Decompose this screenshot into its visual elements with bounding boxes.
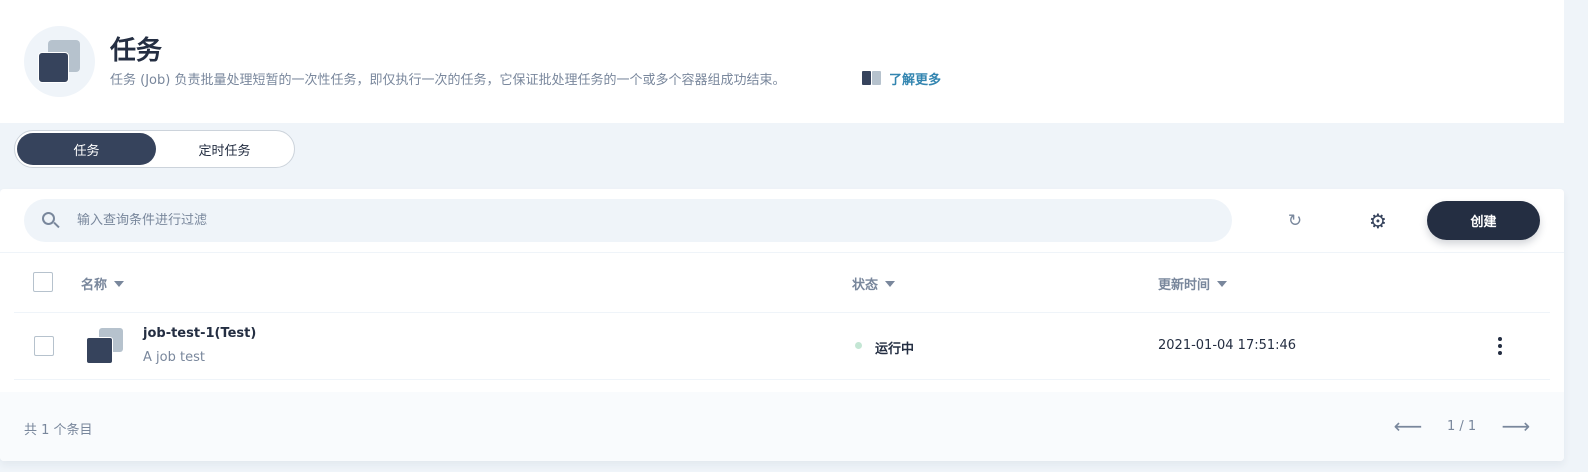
learn-more-label: 了解更多 [889, 72, 942, 88]
more-dots-icon [1498, 337, 1502, 341]
search-input[interactable] [77, 213, 1177, 228]
page-title: 任务 [110, 36, 163, 66]
search-icon [42, 211, 60, 230]
arrow-left-icon: ⟵ [1393, 414, 1423, 438]
pagination-footer: 共 1 个条目 ⟵ 1 / 1 ⟶ [0, 392, 1564, 461]
status-dot-icon [855, 342, 862, 349]
sort-caret-icon [1217, 280, 1228, 287]
page-indicator: 1 / 1 [1447, 419, 1477, 434]
job-name-link[interactable]: job-test-1(Test) [143, 326, 256, 341]
sort-caret-icon [885, 280, 896, 287]
column-header-label: 更新时间 [1158, 278, 1211, 293]
tab-cronjobs[interactable]: 定时任务 [156, 133, 293, 165]
page-header: 任务 任务 (Job) 负责批量处理短暂的一次性任务，即仅执行一次的任务，它保证… [0, 0, 1564, 123]
prev-page-button[interactable]: ⟵ [1393, 414, 1423, 438]
job-list-panel: ↻ ⚙ 创建 名称 状态 更新时间 job-test-1(Test) A job… [0, 189, 1564, 461]
job-icon [24, 26, 95, 97]
arrow-right-icon: ⟶ [1501, 414, 1531, 438]
status-text: 运行中 [875, 342, 915, 357]
column-header-name[interactable]: 名称 [81, 274, 125, 293]
gear-icon: ⚙ [1369, 209, 1387, 233]
settings-button[interactable]: ⚙ [1364, 207, 1392, 235]
more-actions-button[interactable] [1492, 334, 1508, 358]
tab-jobs[interactable]: 任务 [17, 133, 156, 165]
sort-caret-icon [114, 280, 125, 287]
refresh-icon: ↻ [1287, 211, 1303, 231]
row-checkbox[interactable] [34, 336, 54, 356]
job-description: A job test [143, 350, 205, 365]
toolbar: ↻ ⚙ 创建 [0, 189, 1564, 253]
select-all-checkbox[interactable] [33, 272, 53, 292]
search-bar[interactable] [24, 199, 1232, 242]
tab-switch: 任务 定时任务 [14, 130, 295, 168]
book-icon [862, 70, 882, 86]
updated-time: 2021-01-04 17:51:46 [1158, 338, 1297, 353]
column-header-label: 状态 [852, 278, 879, 293]
create-button[interactable]: 创建 [1427, 201, 1540, 240]
learn-more-link[interactable]: 了解更多 [862, 68, 941, 88]
column-header-status[interactable]: 状态 [852, 274, 896, 293]
table-header: 名称 状态 更新时间 [14, 253, 1550, 313]
job-icon [86, 328, 126, 366]
column-header-label: 名称 [81, 278, 108, 293]
column-header-updated[interactable]: 更新时间 [1158, 274, 1228, 293]
refresh-button[interactable]: ↻ [1281, 207, 1309, 235]
table-row: job-test-1(Test) A job test 运行中 2021-01-… [14, 313, 1550, 380]
next-page-button[interactable]: ⟶ [1501, 414, 1531, 438]
total-count: 共 1 个条目 [24, 423, 93, 438]
page-description: 任务 (Job) 负责批量处理短暂的一次性任务，即仅执行一次的任务，它保证批处理… [110, 73, 786, 88]
